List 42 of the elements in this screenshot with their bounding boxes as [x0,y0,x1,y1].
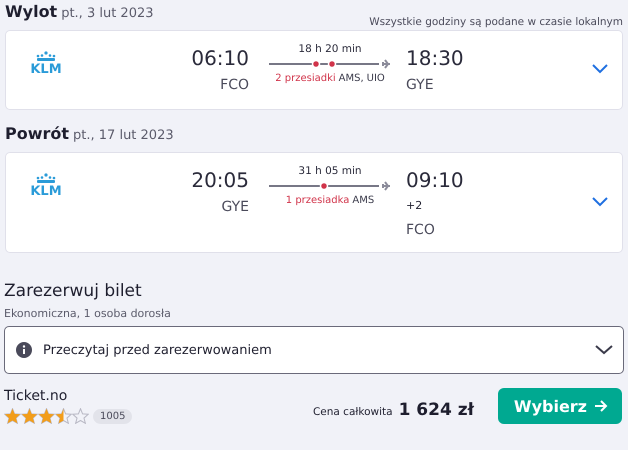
info-label: Przeczytaj przed zarezerwowaniem [43,342,272,358]
leg-date: pt., 17 lut 2023 [73,128,174,143]
flight-duration: 31 h 05 min [298,165,362,177]
chevron-down-icon[interactable] [592,64,608,74]
stops-count: 1 przesiadka [286,195,350,206]
layover-airport: UIO [366,73,385,84]
leg-title: Powrót [5,124,70,143]
chevron-down-icon[interactable] [592,196,608,206]
arrival-airport: GYE [406,77,434,93]
arrival-airport: FCO [406,222,435,238]
departure-time: 06:10 [191,45,249,72]
arrival-time: 18:30 [406,45,464,72]
star-icon [38,408,55,424]
flight-card[interactable]: KLM 20:05 GYE 31 h 05 min 1 przesiadka AMS 09:10 +2 FCO [5,152,623,253]
stops-count: 2 przesiadki [275,73,336,84]
layover-airport: AMS, [338,73,364,84]
layover-airport: AMS [352,195,374,206]
section-title: Zarezerwuj bilet [4,281,143,301]
timezone-note: Wszystkie godziny są podane w czasie lokalnym [369,16,623,30]
flight-duration: 18 h 20 min [298,43,362,55]
star-icon [55,408,72,424]
star-icon [21,408,38,424]
departure-airport: FCO [220,77,249,93]
fare-info: Ekonomiczna, 1 osoba dorosła [4,307,172,320]
leg-title: Wylot [5,2,58,21]
departure-airport: GYE [221,199,249,215]
star-icon [4,408,21,424]
departure-time: 20:05 [191,167,249,194]
flight-card[interactable]: KLM 06:10 FCO 18 h 20 min 2 przesiadki AMS, UIO 18:30 GYE [5,30,623,110]
arrow-right-icon [594,399,608,413]
info-dropdown[interactable]: Przeczytaj przed zarezerwowaniem [4,326,624,374]
total-price: 1 624 zł [398,400,474,420]
airline-logo: KLM [30,63,62,76]
airline-logo: KLM [30,185,62,198]
day-offset: +2 [406,199,422,212]
leg-date: pt., 3 lut 2023 [61,6,154,21]
review-count: 1005 [93,408,132,424]
info-icon [15,341,33,359]
price-label: Cena całkowita [312,406,393,418]
provider-name: Ticket.no [4,388,68,404]
arrival-time: 09:10 [406,167,464,194]
star-icon [72,408,89,424]
